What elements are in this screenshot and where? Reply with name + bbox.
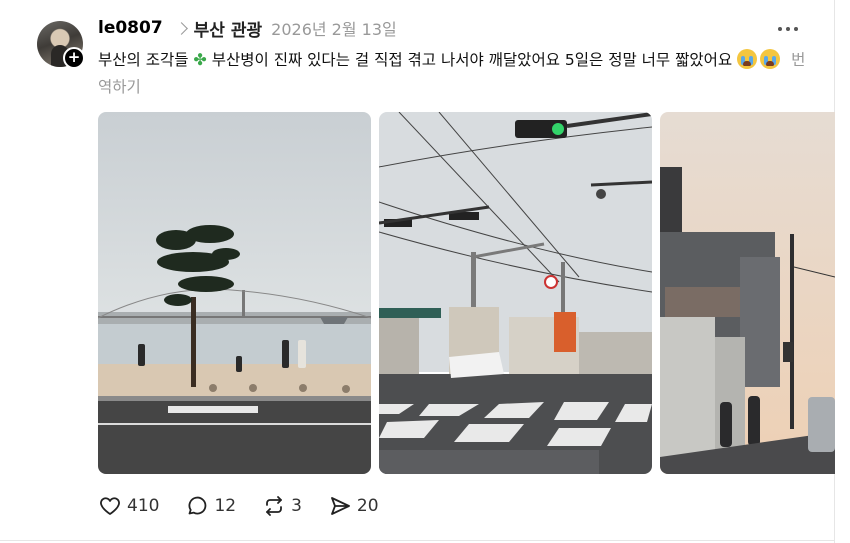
comment-button[interactable]: 12: [185, 494, 236, 518]
heart-icon: [100, 497, 120, 515]
more-options-icon[interactable]: [778, 27, 798, 31]
follow-plus-icon[interactable]: +: [63, 47, 85, 69]
topic-tag-link[interactable]: 부산 관광: [194, 16, 262, 41]
chevron-right-icon: [174, 21, 188, 35]
photo-beach-pine-tree[interactable]: [98, 112, 371, 474]
comment-count: 12: [214, 496, 237, 516]
post-header: le0807 부산 관광 2026년 2월 13일: [98, 15, 397, 41]
share-button[interactable]: 20: [328, 494, 379, 518]
post-text-part2: 부산병이 진짜 있다는 걸 직접 겪고 나서야 깨달았어요 5일은 정말 너무 …: [206, 51, 738, 69]
photo-street-sunset[interactable]: [660, 112, 835, 474]
photo-crosswalk-street[interactable]: [379, 112, 652, 474]
username-link[interactable]: le0807: [98, 18, 163, 38]
share-count: 20: [356, 496, 379, 516]
send-icon: [331, 497, 350, 515]
post-body: 부산의 조각들 ✤ 부산병이 진짜 있다는 걸 직접 겪고 나서야 깨달았어요 …: [98, 46, 818, 101]
repost-button[interactable]: 3: [262, 494, 302, 518]
repost-icon: [266, 496, 282, 516]
post-text-part1: 부산의 조각들: [98, 51, 194, 69]
four-leaf-clover-icon: ✤: [193, 50, 207, 69]
comment-bubble-icon: [188, 496, 207, 515]
post-date[interactable]: 2026년 2월 13일: [271, 16, 397, 40]
like-count: 410: [127, 496, 160, 516]
repost-count: 3: [291, 496, 302, 516]
like-button[interactable]: 410: [98, 494, 159, 518]
loudly-crying-face-icon: [737, 49, 758, 69]
post-actions: 410 12 3 20: [98, 491, 405, 521]
loudly-crying-face-icon: [760, 49, 781, 69]
post-divider: [0, 540, 835, 541]
